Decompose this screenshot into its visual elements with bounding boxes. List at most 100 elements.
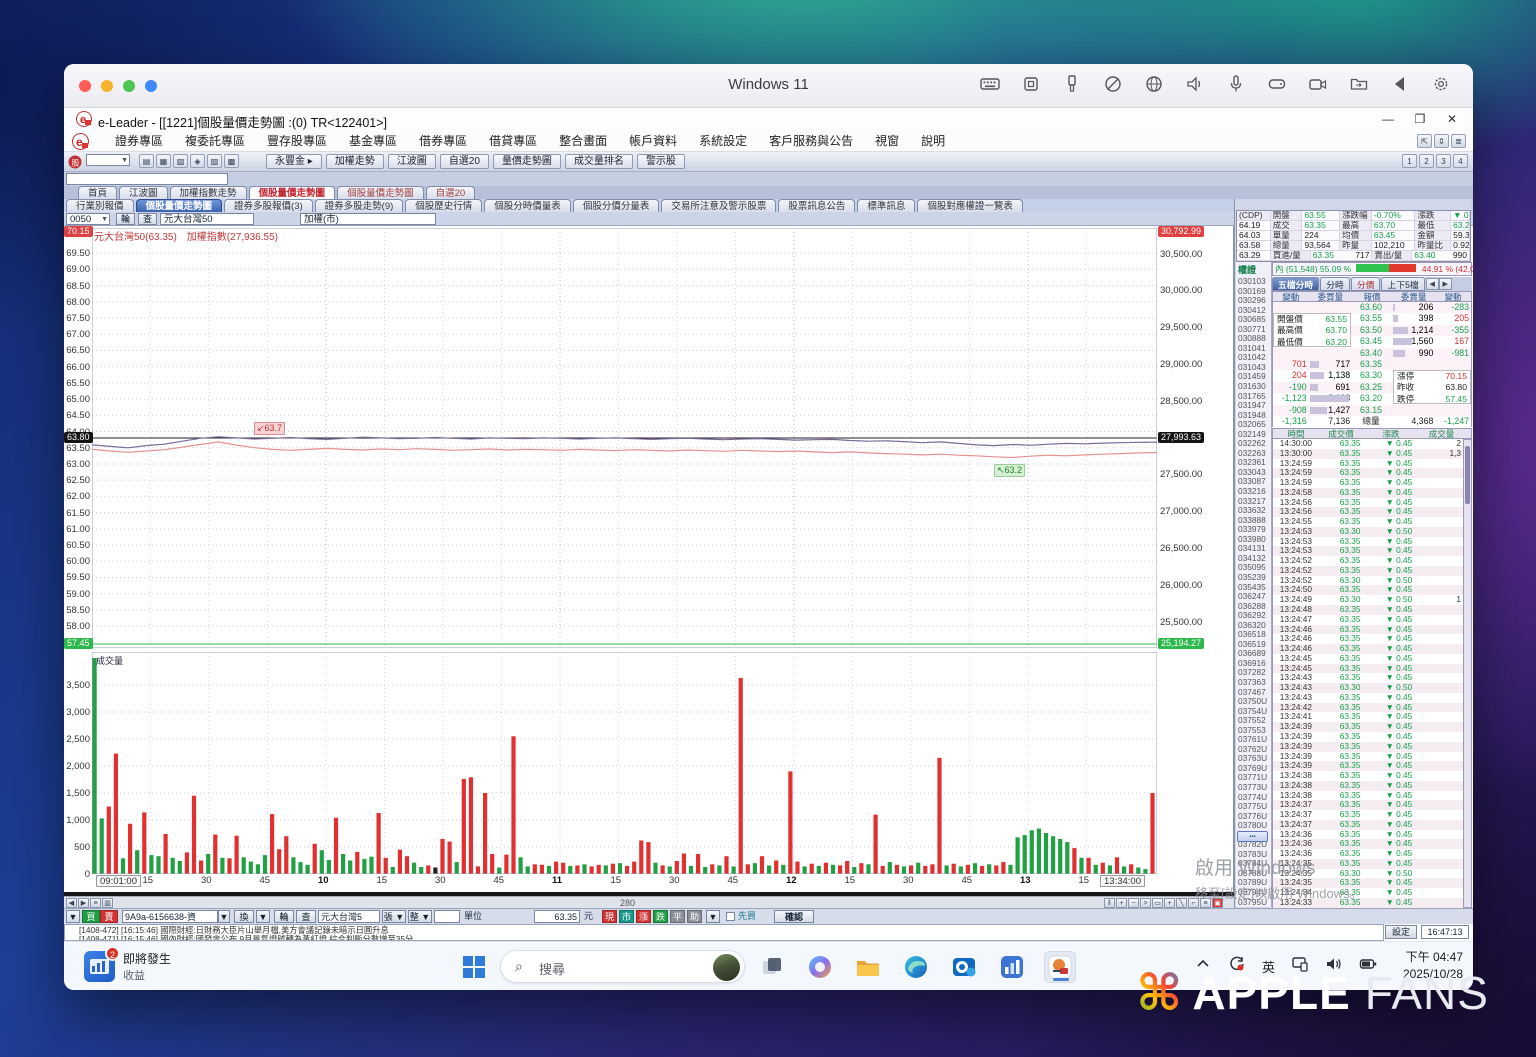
warrant-list[interactable]: 權證 0301030301690302960304120306850307710… xyxy=(1236,262,1272,907)
sell-button[interactable]: 賣 xyxy=(100,910,118,923)
menu-8[interactable]: 系統設定 xyxy=(688,131,758,152)
page-button-2[interactable]: 2 xyxy=(1419,154,1434,168)
book-tab-1[interactable]: 分時 xyxy=(1320,277,1350,291)
scroll-ctl-left-2[interactable]: ≡ xyxy=(90,898,101,908)
tab2-9[interactable]: 標準訊息 xyxy=(857,199,915,212)
app-titlebar[interactable]: e e-Leader - [[1221]個股量價走勢圖 :(0) TR<1224… xyxy=(64,108,1473,131)
tab2-0[interactable]: 行業別報價 xyxy=(66,199,134,212)
tab1-4[interactable]: 個股量價走勢圖 xyxy=(337,186,424,199)
menu-11[interactable]: 說明 xyxy=(910,131,956,152)
swap-button[interactable]: 換 xyxy=(234,910,254,923)
book-tab-2[interactable]: 分價 xyxy=(1351,277,1381,291)
tab1-0[interactable]: 首頁 xyxy=(78,186,117,199)
tab1-2[interactable]: 加權指數走勢 xyxy=(170,186,247,199)
scroll-ctl-right-6[interactable]: ╲ xyxy=(1176,898,1187,908)
page-button-3[interactable]: 3 xyxy=(1436,154,1451,168)
query-button[interactable]: 查 xyxy=(138,213,157,225)
price-flag-3[interactable]: 跌 xyxy=(653,910,668,923)
chart-pane[interactable]: 元大台灣50(63.35) 加權指數(27,936.55) 成交量 69.506… xyxy=(64,226,1234,908)
scroll-ctl-right-4[interactable]: ▭ xyxy=(1152,898,1163,908)
toolbar-button-4[interactable]: 量價走勢圖 xyxy=(493,154,561,169)
order-symbol-input[interactable]: 元大台灣5 xyxy=(318,910,380,923)
price-flag-1[interactable]: 市 xyxy=(619,910,634,923)
eleader-icon[interactable] xyxy=(1044,951,1076,983)
book-arrow-1[interactable]: ▶ xyxy=(1439,278,1452,290)
toolbar-button-2[interactable]: 江波圖 xyxy=(388,154,436,169)
tab2-4[interactable]: 個股歷史行情 xyxy=(405,199,482,212)
toolbar-mini-icons[interactable]: ▤▦▧◈▨▩ xyxy=(138,154,240,168)
tab2-7[interactable]: 交易所注意及警示股票 xyxy=(661,199,776,212)
menu-7[interactable]: 帳戶資料 xyxy=(618,131,688,152)
scroll-ctl-right-5[interactable]: + xyxy=(1164,898,1175,908)
book-arrow-0[interactable]: ◀ xyxy=(1426,278,1439,290)
doc-mini-icon[interactable]: ▧ xyxy=(173,154,188,168)
account-box[interactable]: 9A9a-6156638-資 xyxy=(122,910,218,923)
wheel-button[interactable]: 輪 xyxy=(116,213,135,225)
scroll-ctl-right-2[interactable]: − xyxy=(1128,898,1139,908)
search-highlight-image[interactable] xyxy=(713,954,740,981)
gear-icon[interactable] xyxy=(1431,74,1451,94)
task-view-button[interactable] xyxy=(756,951,788,983)
page-button-1[interactable]: 1 xyxy=(1402,154,1417,168)
chart-mini-icon[interactable]: ▤ xyxy=(139,154,154,168)
start-button[interactable] xyxy=(458,951,490,983)
tab2-5[interactable]: 個股分時價量表 xyxy=(484,199,571,212)
usb-icon[interactable] xyxy=(1062,74,1082,94)
globe-icon[interactable] xyxy=(1144,74,1164,94)
tab2-3[interactable]: 證券多股走勢(9) xyxy=(315,199,404,212)
price-flag-2[interactable]: 漲 xyxy=(636,910,651,923)
book-tab-0[interactable]: 五檔分時 xyxy=(1272,277,1319,291)
account-combo[interactable]: ▼ xyxy=(218,910,230,923)
camera-icon[interactable] xyxy=(1308,74,1328,94)
scroll-ctl-left-3[interactable]: ▥ xyxy=(102,898,113,908)
minimize-button[interactable]: — xyxy=(1373,111,1403,128)
search-box[interactable]: ⌕ 搜尋 xyxy=(500,950,745,983)
menu-2[interactable]: 豐存股專區 xyxy=(256,131,338,152)
coin-mini-icon[interactable]: ◈ xyxy=(190,154,205,168)
edge-icon[interactable] xyxy=(900,951,932,983)
mini-restore-icon[interactable]: ⇱ xyxy=(1417,134,1432,148)
widgets-button[interactable]: 2 即將發生 收益 xyxy=(84,950,171,983)
price-input[interactable]: 63.35 xyxy=(534,910,580,923)
vm-window[interactable]: Windows 11 e e-Leader - [[1221]個股量價走勢圖 :… xyxy=(64,64,1473,990)
toolbar-button-1[interactable]: 加權走勢 xyxy=(326,154,384,169)
symbol-name-box[interactable]: 元大台灣50 xyxy=(160,213,254,225)
shared-folder-icon[interactable] xyxy=(1349,74,1369,94)
quick-search-input[interactable] xyxy=(66,173,228,185)
settings-button[interactable]: 設定 xyxy=(1385,925,1417,939)
scrollbar-thumb[interactable] xyxy=(1465,446,1470,504)
warrant-more-button[interactable]: ▪▪▪ xyxy=(1237,831,1268,842)
flag-mini-icon[interactable]: ▩ xyxy=(224,154,239,168)
toolbar-button-6[interactable]: 警示股 xyxy=(637,154,685,169)
query-button-2[interactable]: 查 xyxy=(296,910,316,923)
tab2-6[interactable]: 個股分價分量表 xyxy=(573,199,660,212)
buy-button[interactable]: 買 xyxy=(82,910,100,923)
ticks-scrollbar[interactable] xyxy=(1463,439,1472,908)
price-flag-5[interactable]: 助 xyxy=(687,910,702,923)
tab1-1[interactable]: 江波圖 xyxy=(119,186,168,199)
toolbar-symbol-combo[interactable]: ▼ xyxy=(86,154,130,166)
chip-icon[interactable] xyxy=(1021,74,1041,94)
outlook-icon[interactable] xyxy=(948,951,980,983)
news-ticker[interactable]: [1408-472] [16:15:46] 國際財經:日財務大臣片山舉月檔,美方… xyxy=(64,924,1384,941)
scroll-ctl-right-1[interactable]: + xyxy=(1116,898,1127,908)
symbol-code-combo[interactable]: 0050▼ xyxy=(66,213,110,225)
maximize-button[interactable]: ❐ xyxy=(1405,111,1435,128)
chart-scrollbar-row[interactable]: 280 ◀▶≡▥ ‖+−>▭+╲⌐≡▣ xyxy=(64,896,1234,908)
qty-unit-combo[interactable]: 張 ▼ xyxy=(382,910,406,923)
toolbar-button-5[interactable]: 成交量排名 xyxy=(565,154,633,169)
volume-chart[interactable] xyxy=(92,652,1157,874)
book-mini-icon[interactable]: ▨ xyxy=(207,154,222,168)
explorer-icon[interactable] xyxy=(852,951,884,983)
lot-type-combo[interactable]: 整 ▼ xyxy=(408,910,432,923)
order-combo-arrow[interactable]: ▼ xyxy=(66,910,80,923)
menu-4[interactable]: 借券專區 xyxy=(408,131,478,152)
menubar-mini-buttons[interactable]: ⇱⇕≣ xyxy=(1416,134,1467,148)
price-chart[interactable] xyxy=(92,228,1157,648)
tab2-8[interactable]: 股票訊息公告 xyxy=(778,199,855,212)
page-buttons[interactable]: 1234 xyxy=(1401,154,1469,168)
mode-combo[interactable]: ▼ xyxy=(256,910,270,923)
qty-input[interactable] xyxy=(434,910,460,923)
copilot-icon[interactable] xyxy=(804,951,836,983)
tab2-10[interactable]: 個股對應權證一覽表 xyxy=(917,199,1023,212)
